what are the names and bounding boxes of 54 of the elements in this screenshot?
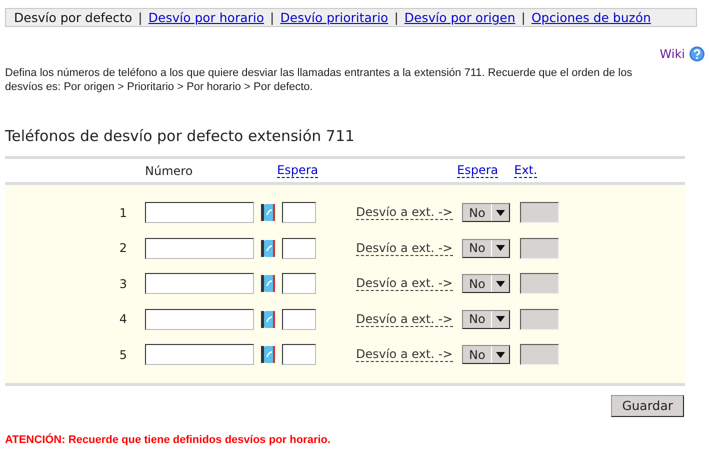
phone-number-field[interactable]	[145, 238, 254, 259]
help-icon[interactable]	[689, 46, 705, 62]
tab[interactable]: Desvío por horario	[148, 10, 264, 25]
redirect-label[interactable]: Desvío a ext. ->	[356, 205, 453, 220]
redirect-label[interactable]: Desvío a ext. ->	[356, 347, 453, 362]
phone-icon[interactable]	[261, 310, 275, 328]
caret-icon	[496, 352, 505, 358]
dropdown[interactable]: No	[462, 345, 510, 364]
wait-field[interactable]	[282, 238, 316, 259]
row-number: 2	[118, 240, 127, 258]
phone-number-field[interactable]	[145, 308, 254, 330]
row-number: 1	[118, 204, 127, 222]
row-number: 4	[118, 311, 127, 328]
redirect-label[interactable]: Desvío a ext. ->	[356, 240, 453, 256]
column-header[interactable]: Espera	[277, 163, 318, 178]
warning-text: ATENCIÓN: Recuerde que tiene definidos desvíos por horario.	[5, 432, 332, 448]
tab-separator: |	[521, 10, 526, 25]
phone-number-field[interactable]	[145, 273, 254, 294]
tab[interactable]: Desvío por defecto	[14, 10, 132, 25]
dropdown[interactable]: No	[462, 310, 510, 329]
row-number: 3	[118, 276, 127, 293]
caret-icon	[496, 280, 505, 287]
column-header: Número	[145, 164, 193, 178]
row-number: 5	[118, 346, 127, 364]
wait-field[interactable]	[282, 202, 316, 224]
phone-icon[interactable]	[261, 275, 275, 292]
column-header[interactable]: Ext.	[514, 163, 538, 178]
wiki-link[interactable]: Wiki	[660, 45, 685, 63]
caret-icon	[496, 316, 505, 322]
column-header[interactable]: Espera	[457, 163, 498, 178]
phone-icon[interactable]	[261, 204, 275, 222]
description-text: Defina los números de teléfono a los que quiere desviar las llamadas entrantes a la extensión 711. Recuerde que el orden de los desvíos es: Por origen > Prioritario > Por horario > Por defecto.	[5, 66, 634, 94]
phone-number-field[interactable]	[145, 344, 254, 366]
redirect-label[interactable]: Desvío a ext. ->	[356, 312, 453, 327]
tab-separator: |	[138, 10, 142, 25]
phone-icon[interactable]	[261, 240, 275, 257]
wait-field[interactable]	[282, 308, 316, 330]
section-heading: Teléfonos de desvío por defecto extensión 711	[5, 128, 356, 144]
dropdown[interactable]: No	[462, 238, 510, 258]
save-button[interactable]: Guardar	[611, 394, 684, 418]
tab-separator: |	[270, 10, 274, 25]
wait-field[interactable]	[282, 273, 316, 294]
caret-icon	[496, 245, 505, 252]
tab[interactable]: Desvío prioritario	[280, 10, 388, 25]
tab-separator: |	[394, 10, 398, 25]
redirect-label[interactable]: Desvío a ext. ->	[356, 276, 453, 292]
phone-icon[interactable]	[261, 346, 275, 364]
caret-icon	[496, 210, 505, 216]
dropdown[interactable]: No	[462, 274, 510, 294]
wait-field[interactable]	[282, 344, 316, 366]
tab[interactable]: Desvío por origen	[404, 10, 516, 25]
phone-number-field[interactable]	[145, 202, 254, 224]
tab[interactable]: Opciones de buzón	[531, 10, 651, 25]
dropdown[interactable]: No	[462, 203, 510, 222]
